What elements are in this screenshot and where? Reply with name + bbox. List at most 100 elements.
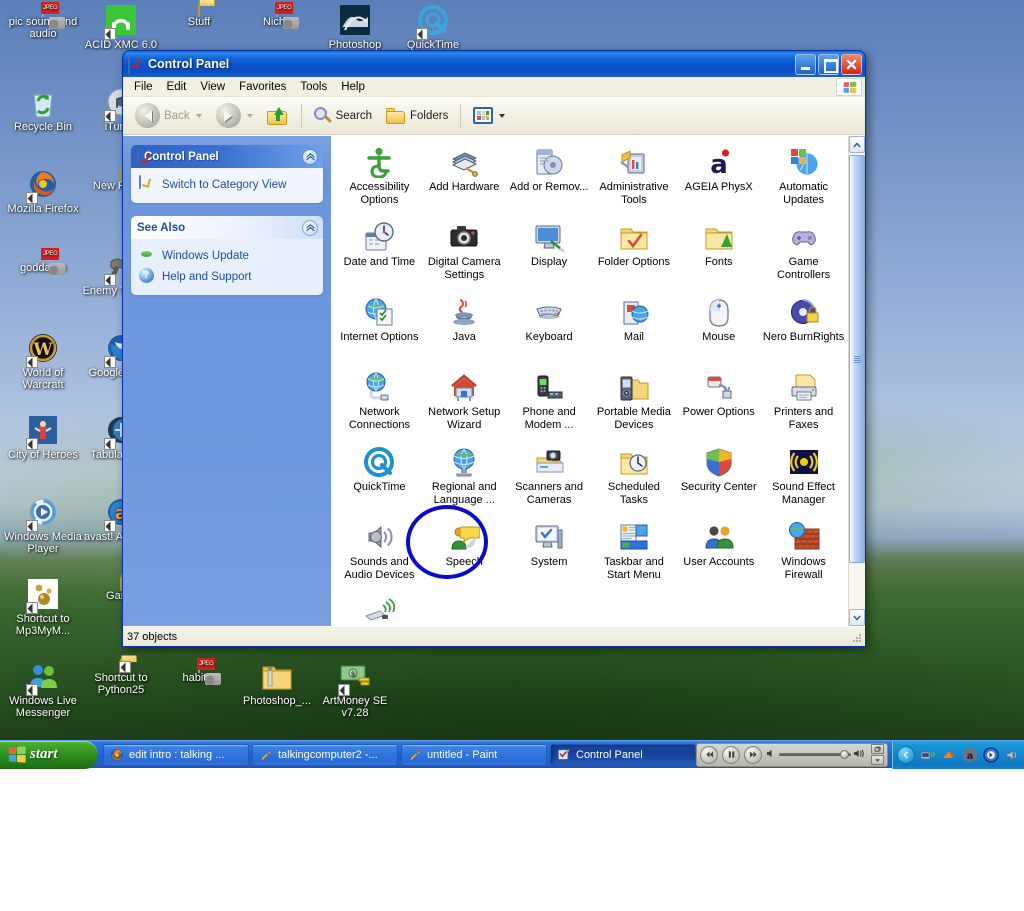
scroll-down-button[interactable]: [849, 609, 865, 626]
control-panel-item[interactable]: User Accounts: [676, 519, 761, 594]
menu-help[interactable]: Help: [334, 79, 372, 95]
sidebar-panel-header[interactable]: See Also: [131, 216, 323, 239]
control-panel-item[interactable]: Network Connections: [337, 369, 422, 444]
rewind-button[interactable]: [700, 746, 718, 764]
control-panel-item[interactable]: Java: [422, 294, 507, 369]
control-panel-item[interactable]: Mouse: [676, 294, 761, 369]
control-panel-item[interactable]: Regional and Language ...: [422, 444, 507, 519]
media-player-toolbar[interactable]: [696, 743, 888, 767]
control-panel-item[interactable]: Accessibility Options: [337, 144, 422, 219]
up-button[interactable]: [261, 101, 295, 131]
window-titlebar[interactable]: Control Panel: [123, 51, 865, 77]
folders-button[interactable]: Folders: [380, 101, 454, 131]
control-panel-item[interactable]: Sound Effect Manager: [761, 444, 846, 519]
windows-update-link[interactable]: Windows Update: [139, 245, 315, 266]
desktop-icon[interactable]: goddamn: [4, 250, 82, 274]
minimize-button[interactable]: [795, 54, 816, 75]
views-button[interactable]: [467, 101, 511, 131]
window-controls[interactable]: [795, 54, 862, 75]
help-and-support-link[interactable]: ? Help and Support: [139, 266, 315, 287]
control-panel-item[interactable]: Network Setup Wizard: [422, 369, 507, 444]
pause-button[interactable]: [722, 746, 740, 764]
desktop-icon[interactable]: Recycle Bin: [4, 86, 82, 133]
control-panel-item[interactable]: Keyboard: [507, 294, 592, 369]
volume-slider[interactable]: [766, 746, 867, 764]
control-panel-item[interactable]: Game Controllers: [761, 219, 846, 294]
taskbar[interactable]: start edit intro : talking ...talkingcom…: [0, 740, 1024, 768]
start-button[interactable]: start: [0, 741, 97, 769]
taskbar-button[interactable]: untitled - Paint: [401, 744, 547, 766]
chevron-left-icon[interactable]: [897, 746, 915, 764]
control-panel-item[interactable]: Mail: [592, 294, 677, 369]
control-panel-item[interactable]: Folder Options: [592, 219, 677, 294]
control-panel-item[interactable]: aAGEIA PhysX: [676, 144, 761, 219]
control-panel-icon-grid[interactable]: Accessibility OptionsAdd HardwareAdd or …: [331, 136, 848, 626]
control-panel-item[interactable]: Digital Camera Settings: [422, 219, 507, 294]
media-window-controls[interactable]: [871, 744, 884, 765]
control-panel-item[interactable]: Taskbar and Start Menu: [592, 519, 677, 594]
desktop-icon[interactable]: Photoshop_...: [238, 660, 316, 707]
control-panel-item[interactable]: Nero BurnRights: [761, 294, 846, 369]
control-panel-item[interactable]: Automatic Updates: [761, 144, 846, 219]
volume-icon[interactable]: [1004, 747, 1020, 763]
desktop-icon[interactable]: QuickTime: [394, 4, 472, 51]
desktop-icon[interactable]: Windows Live Messenger: [4, 660, 82, 719]
desktop-icon[interactable]: pic sound and audio: [4, 4, 82, 40]
control-panel-item[interactable]: Date and Time: [337, 219, 422, 294]
chevron-up-icon[interactable]: [302, 149, 318, 165]
desktop-icon[interactable]: Mozilla Firefox: [4, 168, 82, 215]
desktop-icon[interactable]: habitat: [160, 660, 238, 684]
menu-edit[interactable]: Edit: [160, 79, 194, 95]
scroll-up-button[interactable]: [849, 136, 865, 153]
desktop-icon[interactable]: Stuff: [160, 4, 238, 28]
control-panel-item[interactable]: Sounds and Audio Devices: [337, 519, 422, 594]
control-panel-item[interactable]: Printers and Faxes: [761, 369, 846, 444]
taskbar-button[interactable]: Control Panel: [550, 744, 696, 766]
volume-track[interactable]: [779, 753, 851, 756]
control-panel-item[interactable]: Windows Firewall: [761, 519, 846, 594]
ageia-icon[interactable]: a: [962, 747, 978, 763]
scrollbar-track[interactable]: [849, 153, 865, 609]
control-panel-item[interactable]: Add Hardware: [422, 144, 507, 219]
control-panel-item[interactable]: Fonts: [676, 219, 761, 294]
control-panel-item[interactable]: Phone and Modem ...: [507, 369, 592, 444]
menu-favorites[interactable]: Favorites: [232, 79, 293, 95]
toolbar[interactable]: Back Search Folders: [123, 97, 865, 135]
control-panel-item[interactable]: Display: [507, 219, 592, 294]
fast-forward-button[interactable]: [744, 746, 762, 764]
control-panel-item[interactable]: Add or Remov...: [507, 144, 592, 219]
network-icon[interactable]: [920, 747, 936, 763]
restore-button[interactable]: [871, 744, 884, 754]
taskbar-button[interactable]: edit intro : talking ...: [103, 744, 249, 766]
desktop-icon[interactable]: Shortcut to Python25: [82, 660, 160, 696]
menubar[interactable]: File Edit View Favorites Tools Help: [123, 77, 865, 97]
search-button[interactable]: Search: [308, 101, 378, 131]
desktop-icon[interactable]: ACID XMC 6.0: [82, 4, 160, 51]
control-panel-item[interactable]: Speech: [422, 519, 507, 594]
sidebar-panel-see-also[interactable]: See Also Windows Update ? Help and Suppo…: [131, 216, 323, 295]
taskbar-button[interactable]: talkingcomputer2 -...: [252, 744, 398, 766]
taskbar-buttons[interactable]: edit intro : talking ...talkingcomputer2…: [97, 744, 696, 766]
sidebar-panel-header[interactable]: Control Panel: [131, 145, 323, 168]
control-panel-item[interactable]: Portable Media Devices: [592, 369, 677, 444]
resize-grip[interactable]: [852, 633, 863, 644]
desktop-icon[interactable]: City of Heroes: [4, 414, 82, 461]
control-panel-window[interactable]: Control Panel File Edit View Favorites T…: [122, 50, 866, 647]
control-panel-item[interactable]: Power Options: [676, 369, 761, 444]
sidebar-panel-control-panel[interactable]: Control Panel Switch to Category View: [131, 145, 323, 203]
desktop-icon[interactable]: Photoshop: [316, 4, 394, 51]
back-button[interactable]: Back: [129, 101, 208, 131]
control-panel-item[interactable]: Scheduled Tasks: [592, 444, 677, 519]
control-panel-item[interactable]: Administrative Tools: [592, 144, 677, 219]
control-panel-item[interactable]: Scanners and Cameras: [507, 444, 592, 519]
desktop-icon[interactable]: WWorld of Warcraft: [4, 332, 82, 391]
control-panel-item[interactable]: [337, 594, 422, 626]
close-button[interactable]: [841, 54, 862, 75]
menu-file[interactable]: File: [127, 79, 160, 95]
vertical-scrollbar[interactable]: [848, 136, 865, 626]
control-panel-item[interactable]: QuickTime: [337, 444, 422, 519]
switch-to-category-view-link[interactable]: Switch to Category View: [139, 174, 315, 195]
chevron-up-icon[interactable]: [302, 220, 318, 236]
desktop-icon[interactable]: $ArtMoney SE v7.28: [316, 660, 394, 719]
system-tray[interactable]: a 5:07 PM: [892, 741, 1024, 769]
